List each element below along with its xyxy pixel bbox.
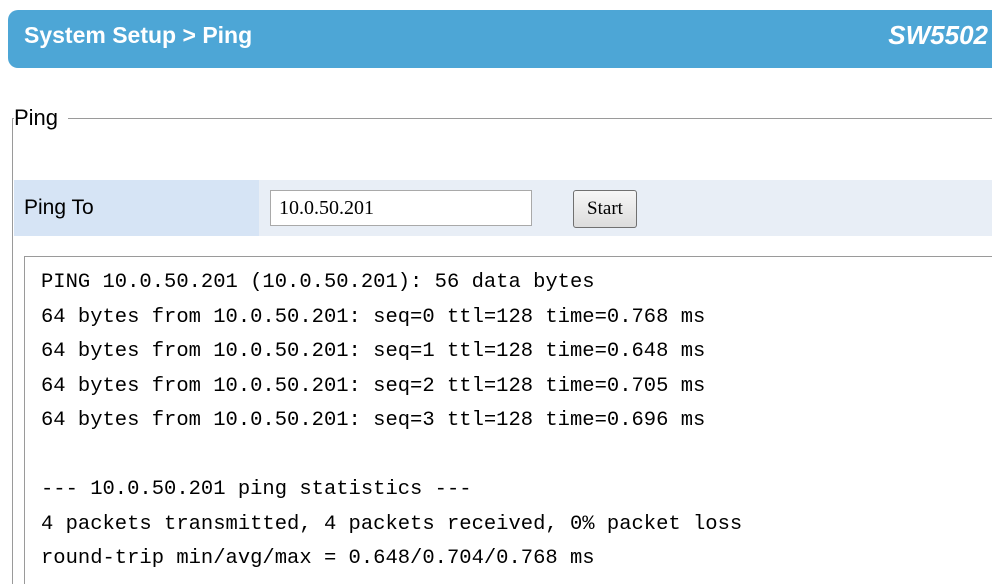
output-line: --- 10.0.50.201 ping statistics --- bbox=[41, 478, 472, 501]
ping-output-lines: PING 10.0.50.201 (10.0.50.201): 56 data … bbox=[41, 266, 742, 577]
ping-to-input[interactable] bbox=[270, 190, 532, 226]
model-name: SW5502 bbox=[888, 20, 988, 50]
output-line bbox=[41, 439, 742, 474]
ping-section-legend: Ping bbox=[14, 105, 69, 131]
output-line: 64 bytes from 10.0.50.201: seq=0 ttl=128… bbox=[41, 305, 706, 329]
output-line: 64 bytes from 10.0.50.201: seq=3 ttl=128… bbox=[41, 409, 706, 432]
output-line: PING 10.0.50.201 (10.0.50.201): 56 data … bbox=[41, 271, 595, 294]
output-line: 4 packets transmitted, 4 packets receive… bbox=[41, 512, 743, 536]
output-line: 64 bytes from 10.0.50.201: seq=2 ttl=128… bbox=[41, 374, 706, 398]
ping-to-label-cell: Ping To bbox=[14, 180, 259, 236]
ping-output-box: PING 10.0.50.201 (10.0.50.201): 56 data … bbox=[24, 256, 992, 584]
output-line: round-trip min/avg/max = 0.648/0.704/0.7… bbox=[41, 547, 595, 570]
ping-to-label: Ping To bbox=[24, 196, 94, 219]
output-line: 64 bytes from 10.0.50.201: seq=1 ttl=128… bbox=[41, 340, 706, 363]
breadcrumb: System Setup > Ping bbox=[24, 22, 253, 48]
start-button[interactable]: Start bbox=[573, 190, 637, 228]
